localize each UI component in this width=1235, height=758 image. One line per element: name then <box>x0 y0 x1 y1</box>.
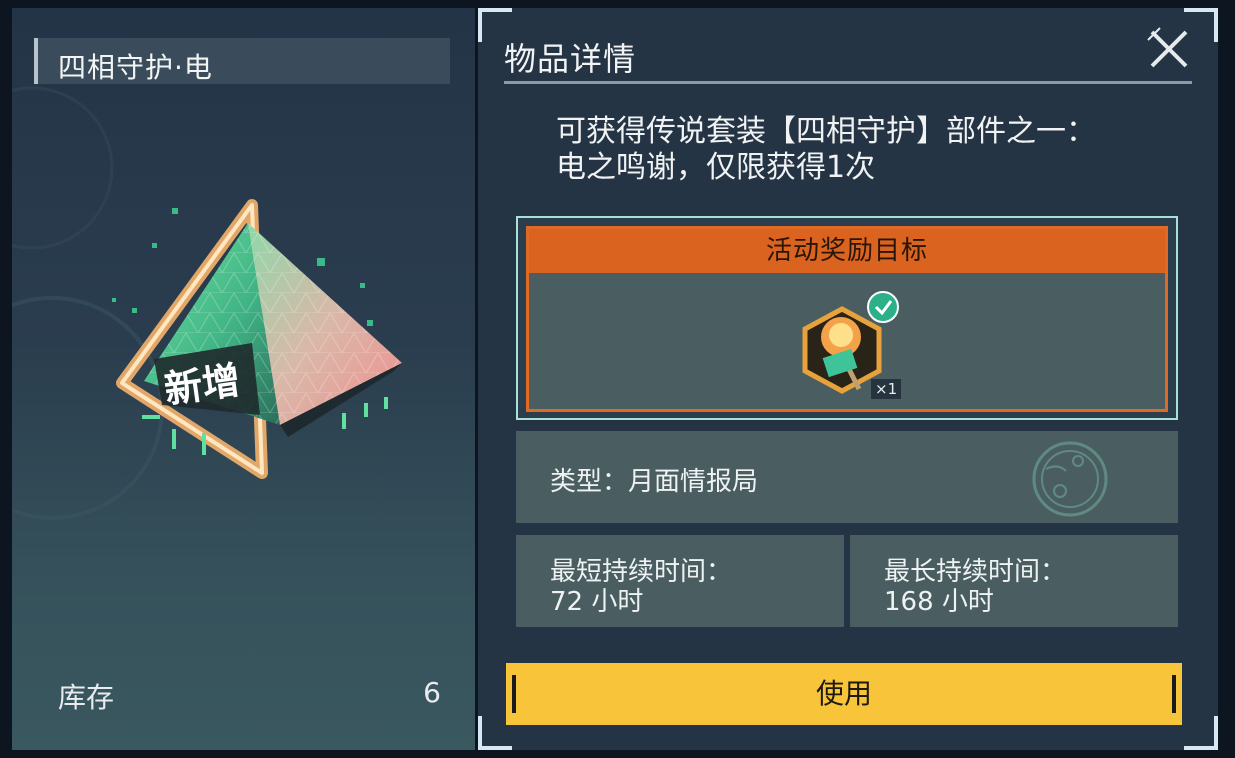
type-row: 类型：月面情报局 <box>516 431 1178 523</box>
check-icon <box>867 291 899 323</box>
min-duration-box: 最短持续时间： 72 小时 <box>516 535 844 627</box>
stock-count: 6 <box>423 676 441 709</box>
pyramid-item-icon: 新增 <box>102 193 412 483</box>
stock-label: 库存 <box>58 681 115 714</box>
frame-corner <box>1184 716 1218 750</box>
item-title: 四相守护·电 <box>58 51 213 84</box>
reward-header: 活动奖励目标 <box>529 229 1165 273</box>
title-divider <box>504 81 1192 84</box>
use-button[interactable]: 使用 <box>506 663 1182 725</box>
max-duration-value: 168 小时 <box>884 587 994 617</box>
reward-inner: 活动奖励目标 ×1 <box>526 226 1168 412</box>
reward-box: 活动奖励目标 ×1 <box>516 216 1178 420</box>
close-icon <box>1147 27 1188 68</box>
panel-title: 物品详情 <box>504 40 637 78</box>
item-detail-panel: 物品详情 可获得传说套装【四相守护】部件之一：电之鸣谢，仅限获得1次 活动奖励目… <box>478 8 1218 750</box>
item-preview-panel: 四相守护·电 新增 库存 6 <box>12 8 475 750</box>
moon-intel-icon <box>1032 441 1108 517</box>
item-type: 类型：月面情报局 <box>550 467 759 497</box>
item-description: 可获得传说套装【四相守护】部件之一：电之鸣谢，仅限获得1次 <box>556 114 1096 185</box>
max-duration-box: 最长持续时间： 168 小时 <box>850 535 1178 627</box>
close-button[interactable] <box>1146 26 1192 72</box>
item-title-bar: 四相守护·电 <box>34 38 450 84</box>
use-button-label: 使用 <box>815 677 872 710</box>
min-duration-value: 72 小时 <box>550 587 644 617</box>
reward-quantity: ×1 <box>871 379 902 399</box>
